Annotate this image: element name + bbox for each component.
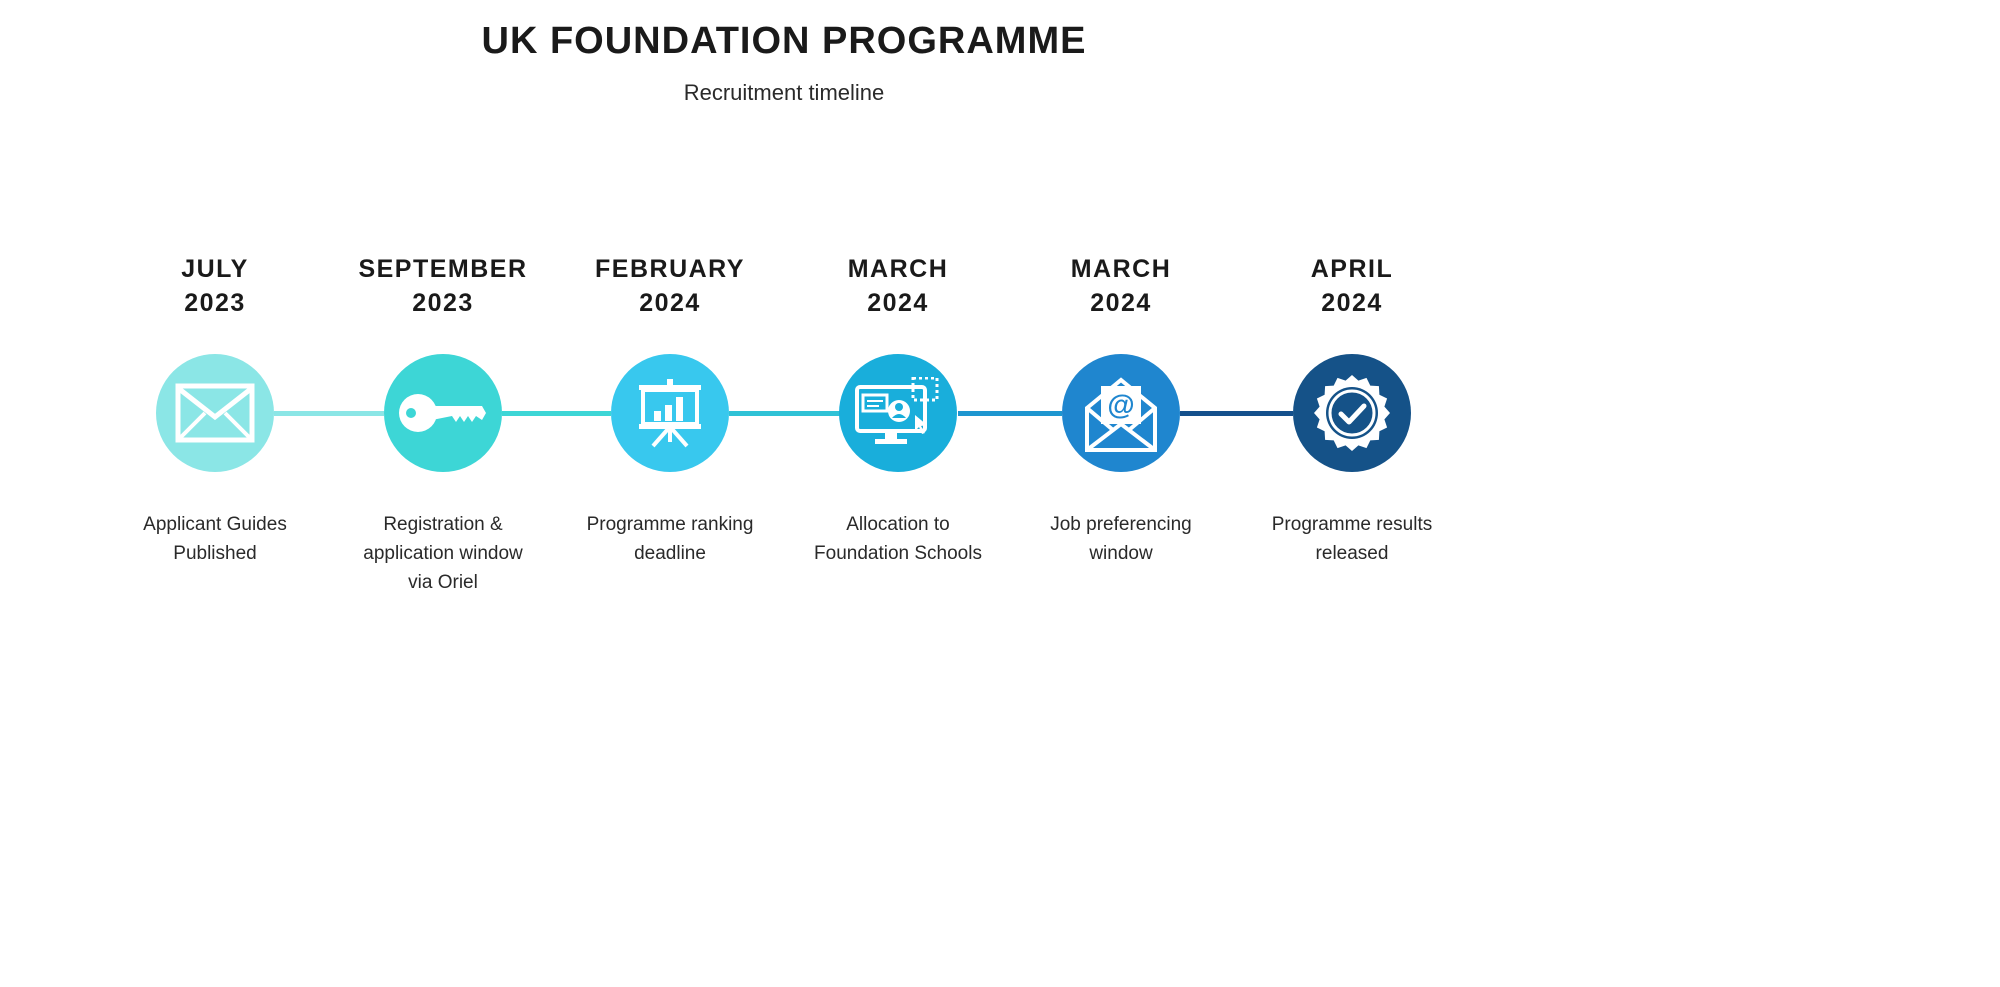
step-label: Applicant Guides Published [143,514,287,564]
step-month: APRIL [1310,255,1394,283]
step-date: JULY 2023 [115,252,315,320]
step-month: MARCH [1070,255,1172,283]
step-label: Registration & application window via Or… [363,514,523,593]
step-label: Job preferencing window [1050,514,1192,564]
timeline-step: SEPTEMBER 2023 Registration & applicatio… [343,252,543,597]
step-date: MARCH 2024 [1021,252,1221,320]
step-icon-circle [839,354,957,472]
step-icon-circle: @ [1062,354,1180,472]
step-icon-circle [384,354,502,472]
timeline: JULY 2023 Applicant Guides Published SEP… [0,0,1568,773]
step-month: MARCH [847,255,949,283]
step-month: SEPTEMBER [358,255,528,283]
step-icon-circle [1293,354,1411,472]
step-date: MARCH 2024 [798,252,998,320]
svg-text:@: @ [1107,389,1134,420]
step-icon-circle [611,354,729,472]
step-year: 2024 [1321,289,1383,317]
computer-profile-icon [855,377,939,444]
step-date: APRIL 2024 [1252,252,1452,320]
timeline-step: MARCH 2024 @ Job preferencing window [1021,252,1221,568]
step-icon-circle [156,354,274,472]
timeline-step: JULY 2023 Applicant Guides Published [115,252,315,568]
step-year: 2024 [1090,289,1152,317]
timeline-step: APRIL 2024 Programme results released [1252,252,1452,568]
step-year: 2024 [867,289,929,317]
step-year: 2023 [184,289,246,317]
step-label: Programme results released [1271,514,1433,564]
step-label: Programme ranking deadline [586,514,754,564]
step-year: 2023 [412,289,474,317]
step-month: JULY [181,255,249,283]
step-label: Allocation to Foundation Schools [814,514,982,564]
step-date: SEPTEMBER 2023 [343,252,543,320]
presentation-chart-icon [639,379,701,448]
key-icon [399,394,486,432]
badge-check-icon [1314,375,1390,451]
envelope-icon [175,383,255,443]
email-at-icon: @ [1085,377,1157,452]
step-year: 2024 [639,289,701,317]
step-month: FEBRUARY [595,255,745,283]
timeline-step: MARCH 2024 Allocation to Foundation Scho… [798,252,998,568]
timeline-step: FEBRUARY 2024 Programme ranking deadline [570,252,770,568]
step-date: FEBRUARY 2024 [570,252,770,320]
